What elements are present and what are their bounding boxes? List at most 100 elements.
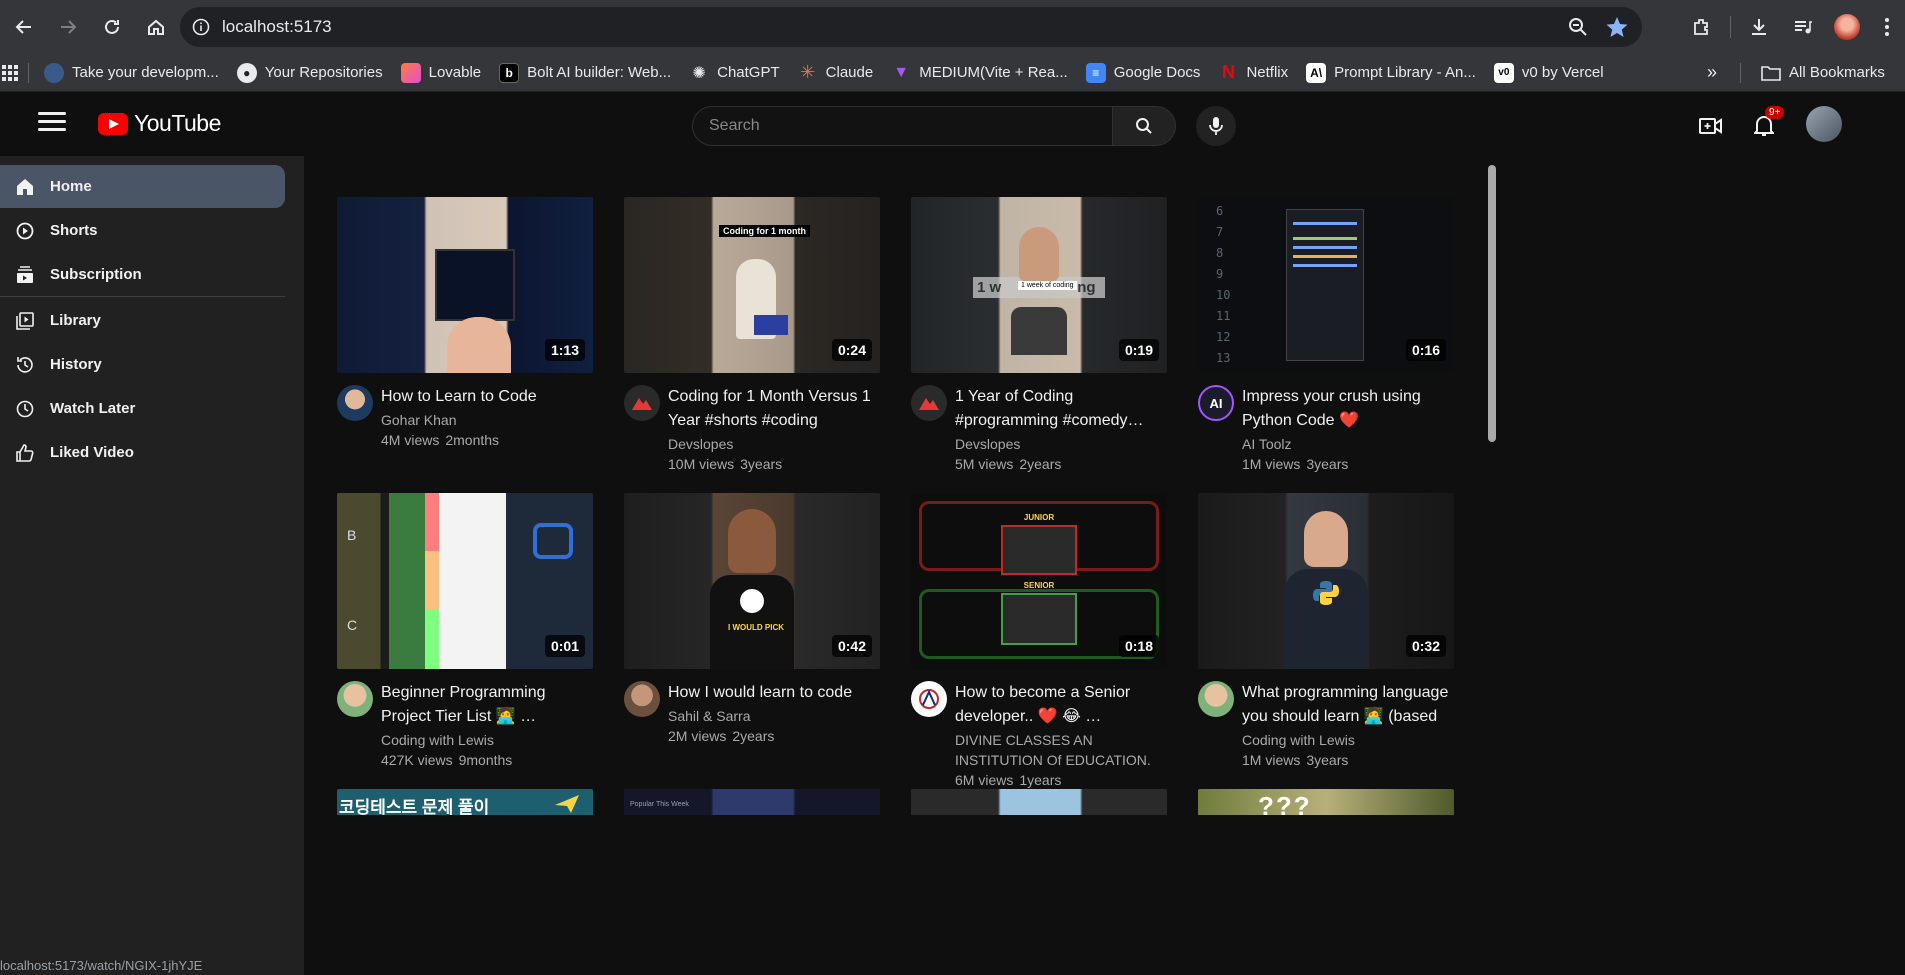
notifications-button[interactable]: 9+ [1748, 106, 1785, 142]
reload-button[interactable] [90, 7, 134, 47]
video-card[interactable]: 1 w ng 1 week of coding 0:19 1 Year of Co… [911, 197, 1167, 474]
video-thumbnail[interactable]: 0:32 [1198, 493, 1454, 669]
video-card[interactable]: 1:13 How to Learn to Code Gohar Khan 4M … [337, 197, 593, 450]
channel-name[interactable]: Coding with Lewis [1242, 730, 1454, 750]
kebab-menu-icon[interactable] [1869, 7, 1905, 47]
bookmark-item[interactable]: Take your developm... [35, 58, 228, 88]
media-control-icon[interactable] [1781, 7, 1825, 47]
video-title[interactable]: What programming language you should lea… [1242, 681, 1454, 729]
sidebar-item-liked-video[interactable]: Liked Video [0, 431, 285, 474]
video-thumbnail[interactable] [911, 789, 1167, 815]
video-card[interactable]: ??? [1198, 789, 1454, 815]
video-title[interactable]: How to Learn to Code [381, 385, 593, 409]
notification-badge: 9+ [1765, 106, 1785, 119]
video-title[interactable]: 1 Year of Coding #programming #comedy… [955, 385, 1167, 433]
channel-avatar[interactable] [337, 681, 373, 717]
profile-avatar-icon[interactable] [1825, 7, 1869, 47]
channel-name[interactable]: Sahil & Sarra [668, 706, 880, 726]
apps-grid-icon[interactable] [0, 58, 28, 88]
all-bookmarks-button[interactable]: All Bookmarks [1752, 58, 1894, 88]
video-card[interactable]: I WOULD PICK 0:42 How I would learn to c… [624, 493, 880, 746]
video-thumbnail[interactable]: JUNIOR SENIOR 0:18 [911, 493, 1167, 669]
video-thumbnail[interactable]: ??? [1198, 789, 1454, 815]
video-thumbnail[interactable]: B C 0:01 [337, 493, 593, 669]
video-title[interactable]: Impress your crush using Python Code ❤️ [1242, 385, 1454, 433]
sidebar-item-history[interactable]: History [0, 343, 285, 386]
home-browser-button[interactable] [134, 7, 178, 47]
subscriptions-icon [17, 265, 33, 283]
video-card[interactable]: 0:32 What programming language you shoul… [1198, 493, 1454, 770]
sidebar-item-library[interactable]: Library [0, 299, 285, 342]
video-card[interactable]: 6 7 8 9 10 11 12 13 0:16 AI Impress your crush … [1198, 197, 1454, 474]
address-bar[interactable]: localhost:5173 [180, 7, 1642, 47]
video-title[interactable]: Coding for 1 Month Versus 1 Year #shorts… [668, 385, 880, 433]
bookmark-item[interactable]: ▼ MEDIUM(Vite + Rea... [882, 58, 1077, 88]
video-thumbnail[interactable]: 코딩테스트 문제 풀이 [337, 789, 593, 815]
bookmark-item[interactable]: A\ Prompt Library - An... [1297, 58, 1485, 88]
extensions-icon[interactable] [1680, 7, 1724, 47]
video-thumbnail[interactable]: I WOULD PICK 0:42 [624, 493, 880, 669]
video-card[interactable] [911, 789, 1167, 815]
channel-name[interactable]: Coding with Lewis [381, 730, 593, 750]
youtube-logo[interactable]: YouTube [98, 110, 221, 137]
channel-name[interactable]: DIVINE CLASSES AN INSTITUTION Of EDUCATI… [955, 730, 1167, 770]
channel-name[interactable]: Devslopes [955, 434, 1167, 454]
sidebar-item-home[interactable]: Home [0, 165, 285, 208]
forward-button[interactable] [46, 7, 90, 47]
channel-name[interactable]: AI Toolz [1242, 434, 1454, 454]
sidebar-item-watch-later[interactable]: Watch Later [0, 387, 285, 430]
channel-avatar[interactable] [911, 681, 947, 717]
sidebar-item-shorts[interactable]: Shorts [0, 209, 285, 252]
search-input[interactable] [709, 117, 1112, 135]
thumbnail-caption-top: JUNIOR [1023, 513, 1055, 522]
star-icon[interactable] [1606, 16, 1628, 38]
page-scrollbar[interactable] [1488, 165, 1496, 442]
create-video-icon[interactable] [1695, 110, 1727, 142]
bookmark-item[interactable]: Lovable [392, 58, 491, 88]
bookmark-label: Netflix [1246, 64, 1289, 81]
search-button[interactable] [1112, 106, 1176, 146]
site-info-icon[interactable] [180, 18, 222, 36]
channel-avatar[interactable] [1198, 681, 1234, 717]
channel-name[interactable]: Devslopes [668, 434, 880, 454]
channel-avatar[interactable] [911, 385, 947, 421]
channel-name[interactable]: Gohar Khan [381, 410, 593, 430]
download-icon[interactable] [1737, 7, 1781, 47]
person-body-image [1011, 307, 1067, 355]
bookmark-item[interactable]: N Netflix [1209, 58, 1297, 88]
video-card[interactable]: B C 0:01 Beginner Programming Project Ti… [337, 493, 593, 770]
channel-avatar[interactable] [337, 385, 373, 421]
bookmark-item[interactable]: ≡ Google Docs [1077, 58, 1210, 88]
back-button[interactable] [2, 7, 46, 47]
sidebar-item-subscription[interactable]: Subscription [0, 253, 285, 296]
channel-avatar[interactable] [624, 385, 660, 421]
video-title[interactable]: How to become a Senior developer.. ❤️ 😂 … [955, 681, 1167, 729]
video-thumbnail[interactable]: 6 7 8 9 10 11 12 13 0:16 [1198, 197, 1454, 373]
upload-age: 3years [740, 456, 783, 472]
bookmark-item[interactable]: v0 v0 by Vercel [1485, 58, 1613, 88]
bookmark-item[interactable]: ✺ ChatGPT [680, 58, 789, 88]
user-avatar[interactable] [1806, 106, 1842, 142]
zoom-icon[interactable] [1568, 17, 1588, 37]
hamburger-menu-icon[interactable] [38, 112, 66, 136]
video-thumbnail[interactable]: 1:13 [337, 197, 593, 373]
video-thumbnail[interactable]: 1 w ng 1 week of coding 0:19 [911, 197, 1167, 373]
channel-avatar[interactable] [624, 681, 660, 717]
more-bookmarks-icon[interactable]: » [1698, 58, 1726, 88]
video-card[interactable]: Coding for 1 month 0:24 Coding for 1 Mon… [624, 197, 880, 474]
video-title[interactable]: Beginner Programming Project Tier List 🧑… [381, 681, 593, 729]
yt-header: YouTube 9+ [0, 92, 1905, 156]
bookmark-item[interactable]: b Bolt AI builder: Web... [490, 58, 680, 88]
history-icon [17, 356, 33, 373]
video-card[interactable]: 코딩테스트 문제 풀이 [337, 789, 593, 815]
video-title[interactable]: How I would learn to code [668, 681, 880, 705]
bookmark-item[interactable]: ● Your Repositories [228, 58, 392, 88]
video-card[interactable]: JUNIOR SENIOR 0:18 How to become a Senio… [911, 493, 1167, 790]
video-thumbnail[interactable]: Coding for 1 month 0:24 [624, 197, 880, 373]
voice-search-button[interactable] [1196, 106, 1236, 146]
thumbnail-caption: Popular This Week [630, 801, 689, 808]
video-card[interactable]: Popular This Week [624, 789, 880, 815]
channel-avatar[interactable]: AI [1198, 385, 1234, 421]
video-thumbnail[interactable]: Popular This Week [624, 789, 880, 815]
bookmark-item[interactable]: ✳ Claude [789, 58, 883, 88]
